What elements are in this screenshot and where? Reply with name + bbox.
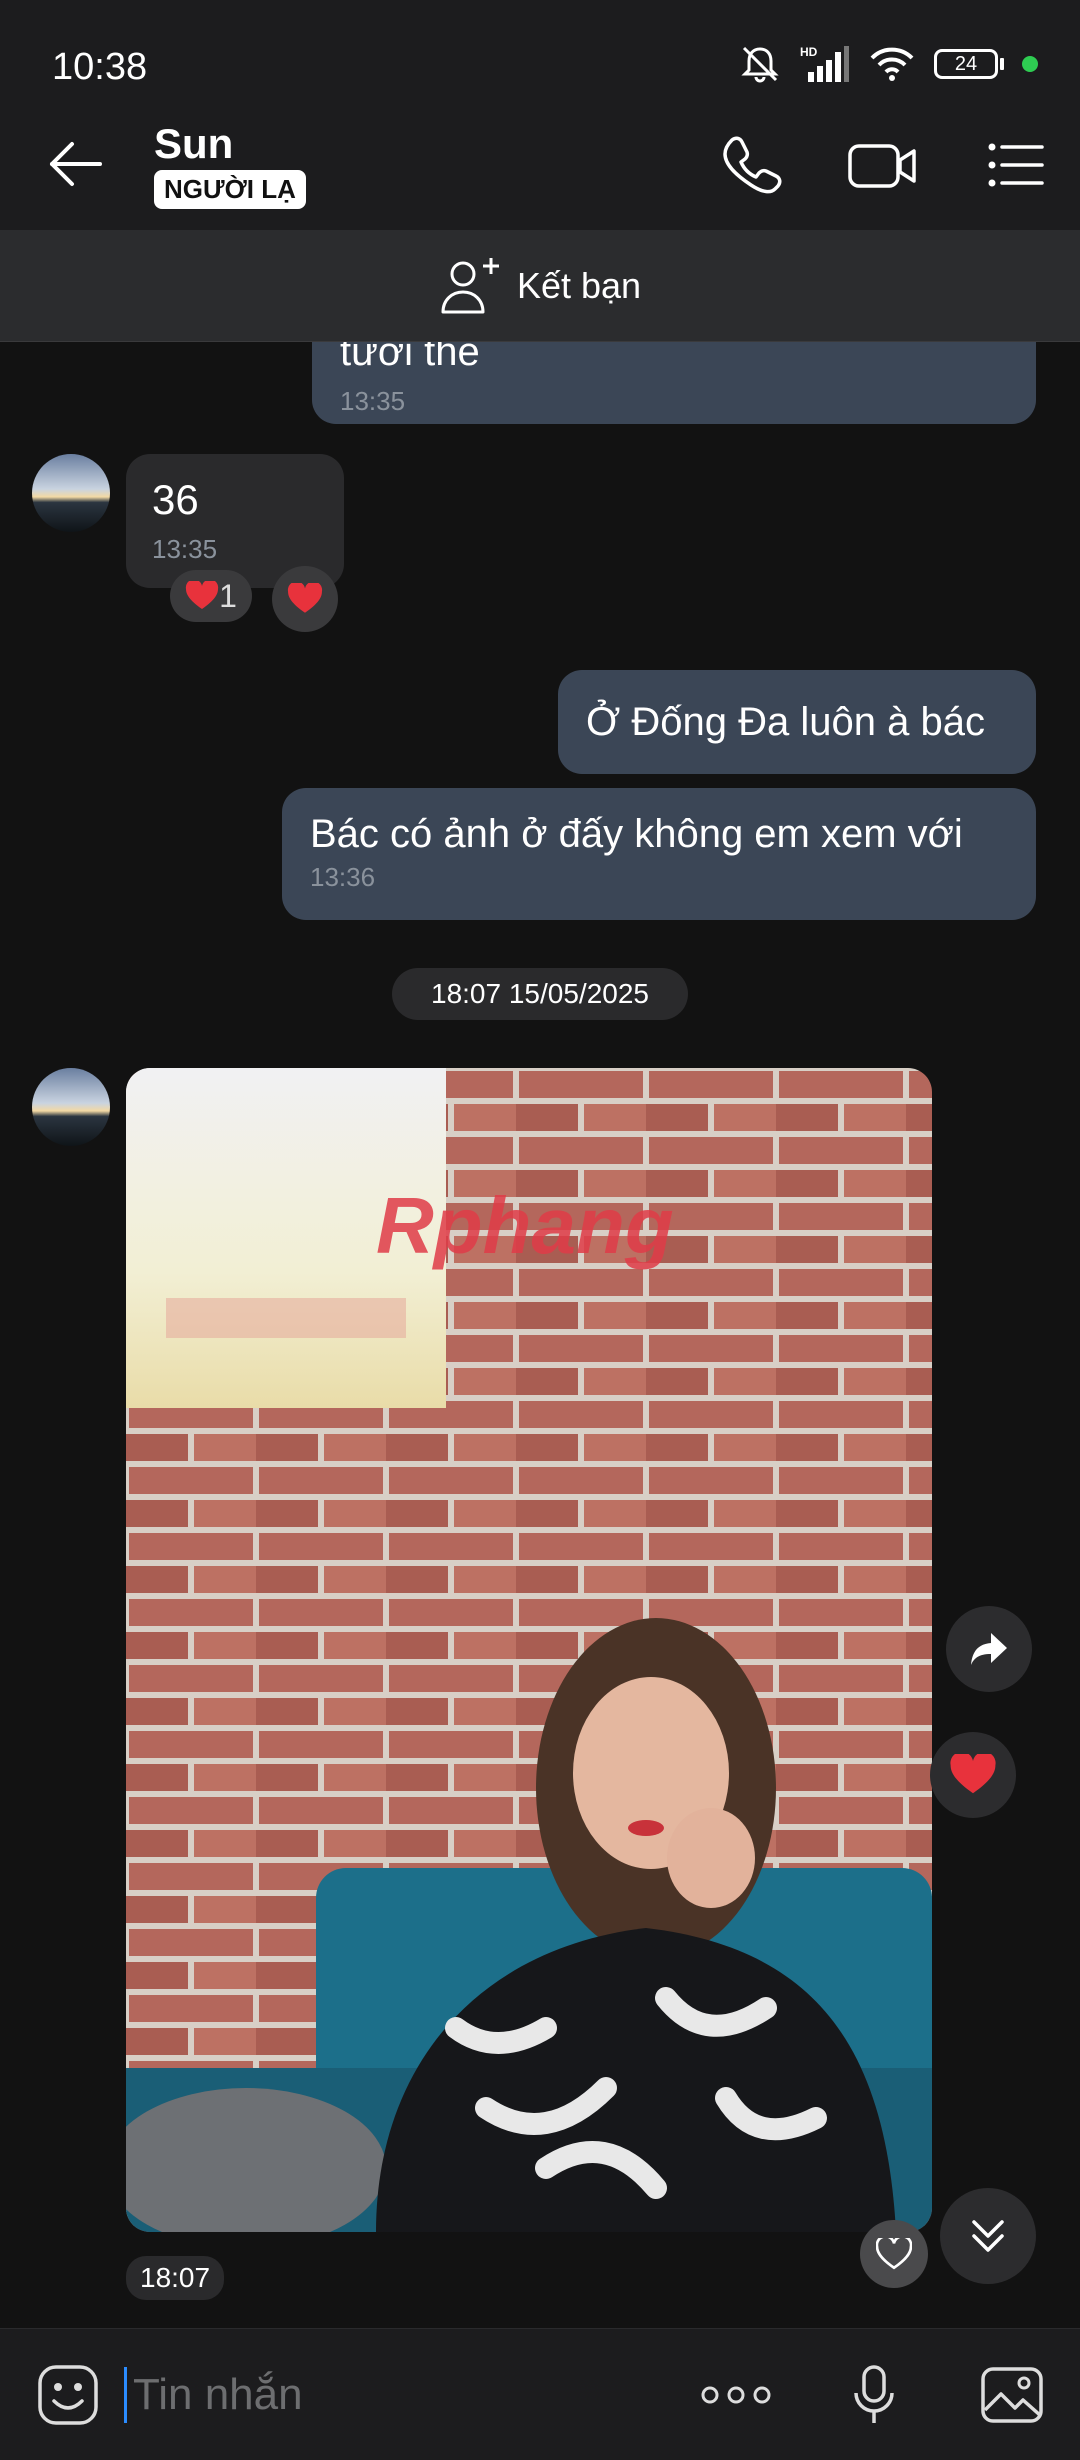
message-time: 13:35 xyxy=(152,534,218,564)
back-arrow-icon[interactable] xyxy=(40,128,112,200)
reaction-summary[interactable]: 1 xyxy=(170,570,252,622)
message-input-placeholder: Tin nhắn xyxy=(133,2370,303,2419)
more-dots-icon xyxy=(701,2386,771,2404)
status-icons: HD 24 xyxy=(738,44,1038,84)
message-input-bar: Tin nhắn xyxy=(0,2328,1080,2460)
status-bar: 10:38 HD 24 xyxy=(0,0,1080,100)
reaction-count: 1 xyxy=(219,577,237,614)
heart-icon xyxy=(287,583,323,613)
signal-icon: HD xyxy=(800,45,849,82)
add-friend-label: Kết bạn xyxy=(516,264,642,306)
contact-name[interactable]: Sun xyxy=(154,120,233,168)
sticker-icon xyxy=(38,2365,98,2425)
scroll-to-bottom-button[interactable] xyxy=(940,2188,1036,2284)
image-picker-button[interactable] xyxy=(976,2359,1048,2431)
mute-icon xyxy=(741,46,779,83)
text-caret xyxy=(124,2367,127,2423)
add-friend-button[interactable]: Kết bạn xyxy=(0,230,1080,342)
message-text: Bác có ảnh ở đấy không em xem với xyxy=(310,812,963,856)
more-options-button[interactable] xyxy=(700,2359,772,2431)
sticker-button[interactable] xyxy=(32,2359,104,2431)
menu-list-icon[interactable] xyxy=(984,132,1050,198)
battery-indicator: 24 xyxy=(934,49,1004,79)
add-reaction-button[interactable] xyxy=(272,566,338,632)
photo-time: 18:07 xyxy=(126,2256,225,2300)
date-separator: 18:07 15/05/2025 xyxy=(392,968,688,1020)
photo-message[interactable]: Rphang xyxy=(126,1068,932,2232)
share-arrow-icon xyxy=(971,1633,1007,1665)
double-chevron-down-icon xyxy=(972,2220,1004,2252)
heart-reaction-button[interactable] xyxy=(930,1732,1016,1818)
heart-outline-icon xyxy=(876,2238,912,2270)
message-time: 13:35 xyxy=(340,386,406,416)
like-button[interactable] xyxy=(860,2220,928,2288)
avatar[interactable] xyxy=(32,454,110,532)
chat-messages[interactable]: tươi thế 13:35 36 13:35 1 Ở Đống Đa luôn… xyxy=(0,342,1080,2328)
chat-header: Sun NGƯỜI LẠ xyxy=(0,100,1080,230)
share-button[interactable] xyxy=(946,1606,1032,1692)
image-icon xyxy=(981,2367,1043,2423)
message-time: 13:36 xyxy=(310,862,376,892)
heart-icon xyxy=(950,1754,996,1794)
message-bubble-out[interactable]: Bác có ảnh ở đấy không em xem với 13:36 xyxy=(282,788,1036,920)
voice-message-button[interactable] xyxy=(838,2359,910,2431)
privacy-indicator-dot xyxy=(1022,56,1038,72)
signal-hd-label: HD xyxy=(800,45,818,59)
status-time: 10:38 xyxy=(52,46,148,88)
stranger-badge: NGƯỜI LẠ xyxy=(154,170,306,209)
message-bubble-out[interactable]: tươi thế 13:35 xyxy=(312,342,1036,424)
message-bubble-out[interactable]: Ở Đống Đa luôn à bác xyxy=(558,670,1036,774)
message-text: Ở Đống Đa luôn à bác xyxy=(586,700,985,744)
phone-call-icon[interactable] xyxy=(718,132,784,198)
microphone-icon xyxy=(854,2365,894,2423)
wifi-icon xyxy=(870,47,914,81)
add-friend-icon xyxy=(441,257,499,313)
message-text: tươi thế xyxy=(340,342,480,374)
message-text: 36 xyxy=(152,476,199,523)
heart-icon xyxy=(185,581,219,609)
message-input[interactable]: Tin nhắn xyxy=(124,2359,664,2431)
avatar[interactable] xyxy=(32,1068,110,1146)
video-call-icon[interactable] xyxy=(846,132,920,198)
battery-level: 24 xyxy=(934,49,998,79)
photo-watermark: Rphang xyxy=(376,1181,674,1270)
